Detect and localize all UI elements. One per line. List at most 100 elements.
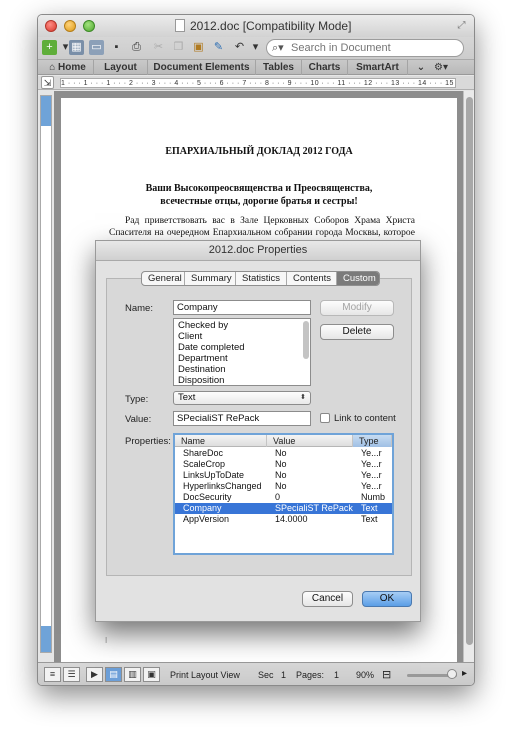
cell-name: AppVersion — [183, 514, 230, 524]
format-painter-icon[interactable]: ✎ — [211, 40, 226, 55]
draft-view-button[interactable]: ≡ — [44, 667, 61, 682]
cut-icon[interactable]: ✂ — [151, 40, 166, 55]
column-type-header[interactable]: Type — [353, 435, 392, 447]
delete-button[interactable]: Delete — [320, 324, 394, 340]
undo-dropdown-icon[interactable]: ▾ — [248, 40, 263, 55]
dialog-title-bar[interactable]: 2012.doc Properties — [96, 241, 420, 261]
title-bar[interactable]: 2012.doc [Compatibility Mode] ⤢ — [38, 15, 474, 37]
section-value: 1 — [281, 670, 287, 680]
tab-layout[interactable]: Layout — [94, 60, 148, 75]
full-screen-view-button[interactable]: ▣ — [143, 667, 160, 682]
tab-document-elements[interactable]: Document Elements — [148, 60, 256, 75]
cell-name: HyperlinksChanged — [183, 481, 262, 491]
list-item[interactable]: Disposition — [178, 375, 224, 385]
zoom-window-button[interactable] — [83, 20, 95, 32]
templates-icon[interactable]: ▦ — [69, 40, 84, 55]
tab-general[interactable]: General — [142, 272, 185, 285]
table-row[interactable]: AppVersion 14.0000 Text — [175, 514, 392, 525]
tab-smartart[interactable]: SmartArt — [348, 60, 408, 75]
minimize-window-button[interactable] — [64, 20, 76, 32]
search-box[interactable]: ⌕▾ — [266, 39, 464, 57]
table-row[interactable]: Company SPecialiST RePack Text — [175, 503, 392, 514]
table-header: Name Value Type — [175, 435, 392, 447]
table-row[interactable]: DocSecurity 0 Numb — [175, 492, 392, 503]
cell-value: No — [275, 459, 287, 469]
type-select-value: Text — [178, 392, 196, 403]
print-layout-view-button[interactable]: ▤ — [105, 667, 122, 682]
dialog-tab-bar: General Summary Statistics Contents Cust… — [141, 271, 380, 286]
outline-view-button[interactable]: ☰ — [63, 667, 80, 682]
name-list[interactable]: Checked by Client Date completed Departm… — [173, 318, 311, 386]
properties-dialog: 2012.doc Properties General Summary Stat… — [95, 240, 421, 622]
tab-tables[interactable]: Tables — [256, 60, 302, 75]
list-item[interactable]: Date completed — [178, 342, 245, 353]
cancel-button[interactable]: Cancel — [302, 591, 353, 607]
print-icon[interactable]: ⎙ — [129, 40, 144, 55]
tab-statistics[interactable]: Statistics — [236, 272, 287, 285]
properties-table[interactable]: Name Value Type ShareDoc No Ye...r ScaleCro… — [173, 433, 394, 555]
text-cursor: I — [105, 636, 108, 645]
cell-type: Numb — [361, 492, 386, 502]
scroll-thumb[interactable] — [466, 97, 473, 645]
cell-type: Ye...r — [361, 481, 382, 491]
tab-home[interactable]: ⌂ Home — [42, 60, 94, 75]
column-value-header[interactable]: Value — [267, 435, 353, 447]
vertical-ruler[interactable] — [40, 95, 52, 653]
fullscreen-icon[interactable]: ⤢ — [455, 19, 468, 32]
table-row[interactable]: ShareDoc No Ye...r — [175, 448, 392, 459]
cell-name: Company — [183, 503, 222, 513]
list-item[interactable]: Checked by — [178, 320, 228, 331]
table-row[interactable]: ScaleCrop No Ye...r — [175, 459, 392, 470]
list-item[interactable]: Client — [178, 331, 202, 342]
search-input[interactable] — [289, 41, 457, 55]
cell-value: SPecialiST RePack — [275, 503, 353, 513]
publishing-view-button[interactable]: ▶ — [86, 667, 103, 682]
cell-type: Ye...r — [361, 448, 382, 458]
name-list-scrollbar[interactable] — [303, 321, 309, 359]
zoom-slider-knob[interactable] — [447, 669, 457, 679]
cell-name: LinksUpToDate — [183, 470, 245, 480]
notebook-view-button[interactable]: ▥ — [124, 667, 141, 682]
zoom-percent: 90% — [356, 670, 375, 680]
cell-value: 0 — [275, 492, 281, 502]
modify-button[interactable]: Modify — [320, 300, 394, 316]
popup-arrows-icon: ⬍ — [300, 394, 306, 401]
table-row[interactable]: HyperlinksChanged No Ye...r — [175, 481, 392, 492]
copy-icon[interactable]: ❐ — [171, 40, 186, 55]
paste-icon[interactable]: ▣ — [191, 40, 206, 55]
open-folder-icon[interactable]: ▭ — [89, 40, 104, 55]
zoom-slider-handle-icon[interactable]: ⊟ — [382, 668, 391, 681]
window-title: 2012.doc [Compatibility Mode] — [190, 19, 352, 33]
standard-toolbar: + ▾ ▦ ▭ ▪ ⎙ ✂ ❐ ▣ ✎ ↶ ▾ ⌕▾ — [38, 37, 474, 59]
list-item[interactable]: Department — [178, 353, 228, 364]
save-icon[interactable]: ▪ — [109, 40, 124, 55]
document-icon — [175, 19, 185, 32]
dialog-title: 2012.doc Properties — [208, 244, 308, 256]
tab-custom[interactable]: Custom — [337, 272, 379, 285]
vertical-scrollbar[interactable] — [463, 91, 474, 662]
horizontal-ruler[interactable]: ⇲ 1 · · · 1 · · · 1 · · · 2 · · · 3 · · … — [38, 76, 474, 90]
zoom-in-icon[interactable]: ▸ — [462, 668, 467, 679]
new-document-icon[interactable]: + — [42, 40, 57, 55]
name-field[interactable]: Company — [173, 300, 311, 315]
table-row[interactable]: LinksUpToDate No Ye...r — [175, 470, 392, 481]
ribbon-settings-icon[interactable]: ⚙▾ — [430, 60, 452, 75]
type-label: Type: — [125, 394, 149, 405]
cell-value: 14.0000 — [275, 514, 308, 524]
tab-summary[interactable]: Summary — [185, 272, 236, 285]
close-window-button[interactable] — [45, 20, 57, 32]
tab-charts[interactable]: Charts — [302, 60, 348, 75]
tab-home-label: Home — [58, 62, 86, 73]
column-name-header[interactable]: Name — [175, 435, 267, 447]
link-to-content-checkbox[interactable] — [320, 413, 330, 423]
value-field[interactable]: SPecialiST RePack — [173, 411, 311, 426]
type-select[interactable]: Text ⬍ — [173, 391, 311, 405]
tab-stop-selector-icon[interactable]: ⇲ — [41, 76, 54, 89]
undo-icon[interactable]: ↶ — [232, 40, 247, 55]
ok-button[interactable]: OK — [362, 591, 412, 607]
cell-name: ShareDoc — [183, 448, 224, 458]
tab-contents[interactable]: Contents — [287, 272, 337, 285]
ribbon-collapse-icon[interactable]: ⌄ — [412, 60, 430, 75]
link-to-content-label: Link to content — [334, 413, 396, 424]
list-item[interactable]: Destination — [178, 364, 226, 375]
